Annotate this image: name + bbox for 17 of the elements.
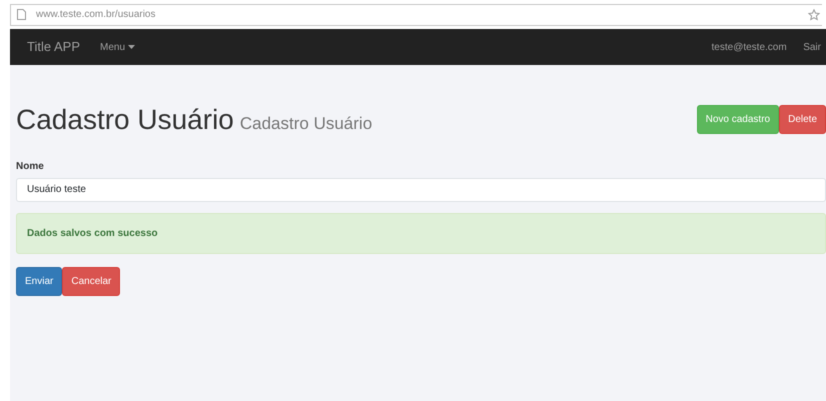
url-text: www.teste.com.br/usuarios: [36, 8, 156, 22]
success-alert: Dados salvos com sucesso: [16, 212, 826, 254]
brand[interactable]: Title APP: [27, 37, 80, 57]
page-icon: [17, 9, 26, 20]
logout-link[interactable]: Sair: [803, 40, 821, 54]
cancel-button[interactable]: Cancelar: [62, 266, 120, 296]
caret-icon: [128, 45, 135, 49]
name-field[interactable]: Usuário teste: [16, 178, 826, 202]
menu-dropdown[interactable]: Menu: [100, 40, 135, 54]
field-label: Nome: [16, 160, 45, 174]
page-subtitle: Cadastro Usuário: [240, 114, 372, 133]
title-text: Cadastro Usuário: [16, 104, 234, 135]
address-bar[interactable]: www.teste.com.br/usuarios: [10, 4, 822, 26]
delete-button[interactable]: Delete: [779, 105, 826, 134]
submit-button[interactable]: Enviar: [16, 266, 62, 296]
star-icon[interactable]: [808, 8, 820, 20]
user-email-link[interactable]: teste@teste.com: [712, 40, 787, 54]
